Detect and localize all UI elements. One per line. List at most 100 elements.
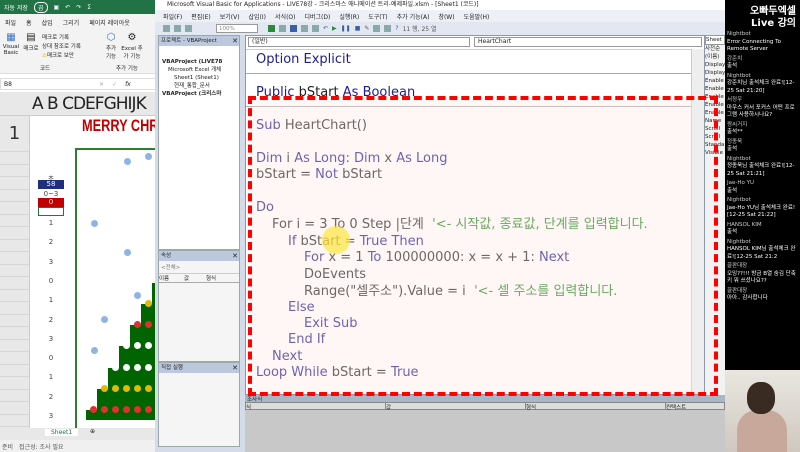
tab-page-layout[interactable]: 페이지 레이아웃: [89, 18, 130, 27]
count-cell[interactable]: 58: [38, 180, 64, 189]
property-name[interactable]: Display: [705, 69, 725, 77]
row-header[interactable]: [0, 352, 29, 365]
properties-combo[interactable]: Sheet: [705, 35, 725, 45]
addins-button[interactable]: ⬡ 추가 기능: [103, 32, 119, 60]
menu-item[interactable]: 추가 기능(A): [397, 12, 430, 21]
excel-addins-button[interactable]: ⚙ Excel 추가 기능: [121, 32, 143, 60]
sheet-tab[interactable]: Sheet1: [45, 429, 79, 436]
close-icon[interactable]: ✕: [232, 36, 238, 46]
tab-file[interactable]: 파일: [5, 18, 16, 27]
menu-item[interactable]: 도구(T): [368, 12, 387, 21]
selected-cell[interactable]: [38, 207, 64, 216]
tab-home[interactable]: 홈: [26, 18, 32, 27]
undo-icon[interactable]: ↶: [65, 4, 70, 11]
row-header[interactable]: [0, 227, 29, 240]
pause-icon[interactable]: ❚❚: [341, 25, 351, 32]
row-header[interactable]: [0, 152, 29, 165]
row-header[interactable]: [0, 252, 29, 265]
tree-item-project2[interactable]: VBAProject (크리스마: [162, 90, 239, 98]
row-header[interactable]: [0, 415, 29, 427]
row-header[interactable]: [0, 315, 29, 327]
autosave-toggle[interactable]: 끔: [34, 1, 48, 13]
value-cell[interactable]: 0: [38, 198, 64, 207]
paste-icon[interactable]: [174, 25, 181, 32]
enter-icon[interactable]: ✓: [112, 81, 117, 88]
stop-icon[interactable]: ■: [355, 25, 361, 32]
tree-item-project[interactable]: VBAProject (LIVE78: [162, 58, 239, 66]
chat-message: Nightbot 정종욱님 출석체크 완료![12-25 Sat 21:21]: [725, 155, 800, 180]
cancel-icon[interactable]: ✕: [99, 81, 104, 88]
row-header[interactable]: [0, 177, 29, 190]
tab-draw[interactable]: 그리기: [63, 18, 80, 27]
tree-item-workbook[interactable]: 현재_통합_문서: [162, 82, 239, 90]
macro-security-button[interactable]: ⚠매크로 보안: [42, 51, 74, 59]
row-header[interactable]: [0, 215, 29, 227]
property-name[interactable]: (이름): [705, 53, 725, 61]
indent-icon[interactable]: [185, 25, 192, 32]
ornament-dot: [145, 342, 152, 349]
row-header[interactable]: [0, 327, 29, 340]
menu-item[interactable]: 창(W): [438, 12, 454, 21]
name-box[interactable]: B8: [4, 81, 79, 88]
menu-item[interactable]: 디버그(D): [304, 12, 330, 21]
save-icon[interactable]: ▣: [54, 4, 60, 11]
design-mode-icon[interactable]: ✎: [364, 25, 369, 32]
tree-item-sheet1[interactable]: Sheet1 (Sheet1): [162, 74, 239, 82]
project-explorer-icon[interactable]: [373, 25, 381, 32]
accessibility-status[interactable]: 접근성: 조사 필요: [19, 442, 63, 451]
redo-icon[interactable]: ↷: [76, 4, 81, 11]
properties-tab[interactable]: 사전순: [705, 45, 725, 53]
record-macro-button[interactable]: 매크로 기록: [42, 33, 69, 41]
property-name[interactable]: Display: [705, 61, 725, 69]
row-header[interactable]: [0, 390, 29, 402]
row-header[interactable]: [0, 240, 29, 252]
row-header[interactable]: [0, 165, 29, 177]
help-icon[interactable]: ?: [395, 25, 398, 32]
autosum-icon[interactable]: Σ: [87, 4, 91, 11]
menu-item[interactable]: 도움말(H): [464, 12, 490, 21]
copy-icon[interactable]: [163, 25, 170, 32]
tree-item-folder[interactable]: Microsoft Excel 개체: [162, 66, 239, 74]
row-header[interactable]: [0, 202, 29, 215]
run-icon[interactable]: ▶: [332, 25, 337, 32]
close-icon[interactable]: ✕: [232, 363, 238, 373]
menu-item[interactable]: 파일(F): [163, 12, 182, 21]
row-header[interactable]: [0, 402, 29, 415]
object-combo[interactable]: <전체>: [159, 261, 239, 274]
object-dropdown[interactable]: (일반): [248, 37, 470, 47]
excel-icon[interactable]: [268, 25, 275, 32]
immediate-window[interactable]: 직접 실행 ✕: [158, 362, 240, 447]
zoom-dropdown[interactable]: 100%: [216, 24, 258, 33]
properties-icon[interactable]: [384, 25, 392, 32]
close-icon[interactable]: ✕: [232, 251, 238, 261]
function-icon[interactable]: fx: [125, 81, 131, 88]
relative-ref-button[interactable]: 상대 참조로 기록: [42, 42, 81, 50]
save-icon[interactable]: [290, 25, 297, 32]
tab-insert[interactable]: 삽입: [42, 18, 53, 27]
property-name[interactable]: Enable: [705, 77, 725, 85]
row-header[interactable]: [0, 277, 29, 290]
procedure-dropdown[interactable]: HeartChart: [474, 37, 702, 47]
menu-item[interactable]: 편집(E): [191, 12, 211, 21]
find-icon[interactable]: [312, 25, 319, 32]
macro-button[interactable]: ▤ 매크로: [22, 32, 40, 52]
add-sheet-icon[interactable]: ⊕: [90, 428, 95, 435]
row-header[interactable]: [0, 290, 29, 302]
row-header[interactable]: [0, 190, 29, 202]
insert-icon[interactable]: [279, 25, 286, 32]
sequence-number: 0: [48, 354, 54, 363]
undo-icon[interactable]: ↶: [323, 25, 328, 32]
row-header[interactable]: [0, 265, 29, 277]
property-name[interactable]: Enable: [705, 85, 725, 93]
row-header[interactable]: [0, 302, 29, 315]
menu-item[interactable]: 실행(R): [339, 12, 359, 21]
row-header[interactable]: [0, 377, 29, 390]
menu-item[interactable]: 삽입(I): [249, 12, 267, 21]
row-header[interactable]: [0, 340, 29, 352]
cut-icon[interactable]: [301, 25, 308, 32]
menu-item[interactable]: 서식(O): [275, 12, 295, 21]
row-header[interactable]: 1: [0, 116, 29, 152]
visual-basic-button[interactable]: ▦ Visual Basic: [2, 32, 20, 56]
row-header[interactable]: [0, 365, 29, 377]
menu-item[interactable]: 보기(V): [220, 12, 240, 21]
